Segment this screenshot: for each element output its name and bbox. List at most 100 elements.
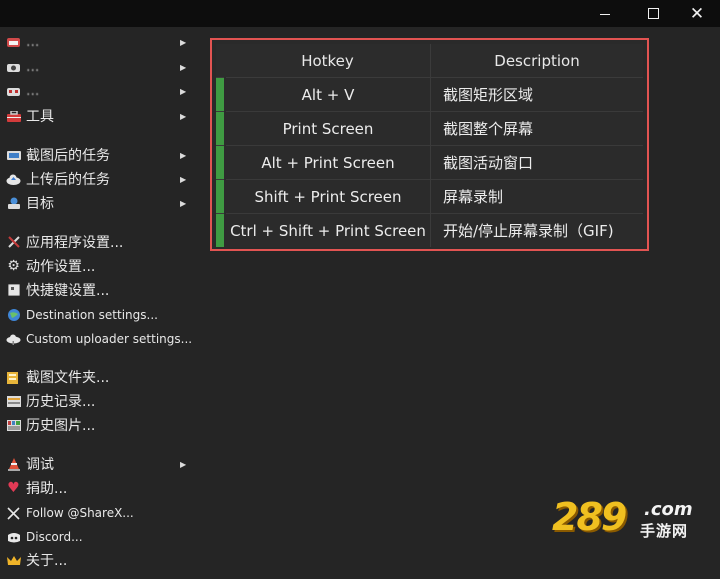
watermark-domain: .com <box>644 499 693 520</box>
menu-item-after-capture[interactable]: 截图后的任务 ▶ <box>0 144 196 166</box>
menu-item-app-settings[interactable]: 应用程序设置... <box>0 231 196 253</box>
menu-item-label: 历史记录... <box>26 394 96 410</box>
wrench-icon <box>6 235 21 250</box>
menu-item-after-upload[interactable]: 上传后的任务 ▶ <box>0 168 196 190</box>
description-cell: 截图矩形区域 <box>430 77 643 112</box>
watermark-text: 手游网 <box>640 522 689 540</box>
table-row[interactable]: Print Screen 截图整个屏幕 <box>216 111 643 146</box>
menu-item-label: Destination settings... <box>26 308 158 322</box>
site-watermark: 289 .com 手游网 <box>552 495 702 545</box>
heart-icon: ♥ <box>7 480 20 496</box>
hotkey-cell: Shift + Print Screen <box>225 179 431 214</box>
status-indicator <box>216 111 226 146</box>
watermark-number: 289 <box>552 495 627 539</box>
menu-item-about[interactable]: 关于... <box>0 549 196 571</box>
menu-item-capture[interactable]: ... ▶ <box>0 31 196 53</box>
hotkeys-table: Hotkey Description Alt + V 截图矩形区域 Print … <box>216 44 643 247</box>
history-icon <box>6 394 21 409</box>
table-row[interactable]: Alt + V 截图矩形区域 <box>216 77 643 112</box>
menu-item-label: 捐助... <box>26 481 68 497</box>
menu-item-tools[interactable]: 工具 ▶ <box>0 105 196 127</box>
menu-item-label: ... <box>26 34 40 50</box>
menu-item-history[interactable]: 历史记录... <box>0 390 196 412</box>
menu-item-destination-settings[interactable]: Destination settings... <box>0 304 196 326</box>
hotkeys-highlight-box: Hotkey Description Alt + V 截图矩形区域 Print … <box>210 38 649 251</box>
hotkey-cell: Alt + Print Screen <box>225 145 431 180</box>
submenu-arrow-icon: ▶ <box>180 111 187 121</box>
cloud-upload-icon <box>6 172 21 187</box>
menu-item-workflow[interactable]: ... ▶ <box>0 80 196 102</box>
menu-item-label: 快捷键设置... <box>26 283 110 299</box>
menu-item-follow-x[interactable]: Follow @ShareX... <box>0 502 196 524</box>
submenu-arrow-icon: ▶ <box>180 86 187 96</box>
gear-icon: ⚙ <box>7 258 20 274</box>
title-bar: ✕ <box>0 0 720 27</box>
keyboard-icon <box>6 283 21 298</box>
close-button[interactable]: ✕ <box>674 0 720 27</box>
column-header-hotkey[interactable]: Hotkey <box>225 44 431 78</box>
menu-item-label: 目标 <box>26 196 54 212</box>
minimize-button[interactable] <box>582 0 628 27</box>
menu-item-destinations[interactable]: 目标 ▶ <box>0 192 196 214</box>
menu-item-label: 应用程序设置... <box>26 235 124 251</box>
menu-item-label: 截图后的任务 <box>26 148 110 164</box>
menu-item-screenshot-folder[interactable]: 截图文件夹... <box>0 366 196 388</box>
status-column-header <box>216 44 225 78</box>
menu-item-action-settings[interactable]: ⚙ 动作设置... <box>0 255 196 277</box>
maximize-button[interactable] <box>630 0 676 27</box>
submenu-arrow-icon: ▶ <box>180 37 187 47</box>
menu-item-hotkey-settings[interactable]: 快捷键设置... <box>0 279 196 301</box>
globe-icon <box>6 308 21 323</box>
discord-icon <box>6 530 21 545</box>
main-menu: ... ▶ ... ▶ ... ▶ 工具 ▶ 截图后的任务 ▶ 上传后的任务 ▶… <box>0 27 200 579</box>
menu-item-donate[interactable]: ♥ 捐助... <box>0 477 196 499</box>
submenu-arrow-icon: ▶ <box>180 62 187 72</box>
maximize-icon <box>647 8 659 19</box>
menu-item-label: ... <box>26 83 40 99</box>
menu-item-label: Custom uploader settings... <box>26 332 193 346</box>
hotkey-cell: Ctrl + Shift + Print Screen <box>225 213 431 247</box>
after-capture-icon <box>6 148 21 163</box>
status-indicator <box>216 77 226 112</box>
table-row[interactable]: Ctrl + Shift + Print Screen 开始/停止屏幕录制（GI… <box>216 213 643 247</box>
status-indicator <box>216 145 226 180</box>
menu-item-label: 历史图片... <box>26 418 96 434</box>
workflow-icon <box>6 84 21 99</box>
menu-item-label: Follow @ShareX... <box>26 506 134 520</box>
folder-icon <box>6 370 21 385</box>
submenu-arrow-icon: ▶ <box>180 459 187 469</box>
menu-item-discord[interactable]: Discord... <box>0 526 196 548</box>
close-icon: ✕ <box>689 3 705 24</box>
menu-item-label: Discord... <box>26 530 83 544</box>
status-indicator <box>216 213 226 247</box>
submenu-arrow-icon: ▶ <box>180 198 187 208</box>
menu-item-label: 工具 <box>26 109 54 125</box>
capture-icon <box>6 35 21 50</box>
menu-item-label: 上传后的任务 <box>26 172 110 188</box>
minimize-icon <box>600 14 610 15</box>
column-header-description[interactable]: Description <box>430 44 643 78</box>
hotkey-cell: Print Screen <box>225 111 431 146</box>
menu-item-custom-uploader-settings[interactable]: Custom uploader settings... <box>0 328 196 350</box>
submenu-arrow-icon: ▶ <box>180 174 187 184</box>
menu-item-label: ... <box>26 59 40 75</box>
x-logo-icon <box>6 506 21 521</box>
description-cell: 截图活动窗口 <box>430 145 643 180</box>
image-history-icon <box>6 418 21 433</box>
menu-item-debug[interactable]: 调试 ▶ <box>0 453 196 475</box>
description-cell: 开始/停止屏幕录制（GIF) <box>430 213 643 247</box>
menu-item-upload[interactable]: ... ▶ <box>0 56 196 78</box>
toolbox-icon <box>6 109 21 124</box>
menu-item-label: 关于... <box>26 553 68 569</box>
traffic-cone-icon <box>6 457 21 472</box>
table-header-row: Hotkey Description <box>216 44 643 78</box>
menu-item-image-history[interactable]: 历史图片... <box>0 414 196 436</box>
menu-item-label: 截图文件夹... <box>26 370 110 386</box>
hotkey-cell: Alt + V <box>225 77 431 112</box>
status-indicator <box>216 179 226 214</box>
destination-icon <box>6 196 21 211</box>
submenu-arrow-icon: ▶ <box>180 150 187 160</box>
crown-icon <box>6 553 21 568</box>
table-row[interactable]: Shift + Print Screen 屏幕录制 <box>216 179 643 214</box>
table-row[interactable]: Alt + Print Screen 截图活动窗口 <box>216 145 643 180</box>
